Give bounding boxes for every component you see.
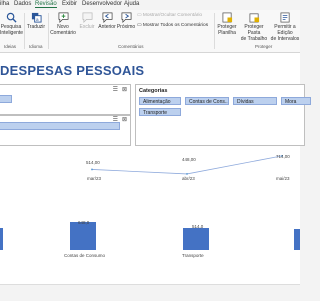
tab-exibir[interactable]: Exibir xyxy=(62,1,77,7)
line-data-label: 514,00 xyxy=(86,160,100,165)
proteger-pasta-button[interactable]: Proteger Pasta de Trabalho xyxy=(239,12,269,42)
proteger-planilha-button[interactable]: Proteger Planilha xyxy=(216,12,238,36)
next-comment-icon xyxy=(121,12,131,23)
mostrar-todos-comentarios-button[interactable]: ▭ Mostrar Todos os Comentários xyxy=(137,23,208,29)
bar-partial-left xyxy=(0,228,3,250)
bar-category-label: Transporte xyxy=(182,253,204,258)
tab-ajuda[interactable]: Ajuda xyxy=(124,1,139,7)
group-label-ideias: Ideias xyxy=(4,44,17,49)
slicer-item-contas[interactable]: Contas de Cons... xyxy=(185,97,229,105)
group-label-comentarios: Comentários xyxy=(118,44,144,49)
slicer-categorias: Categorias Alimentação Contas de Cons...… xyxy=(135,84,311,146)
excluir-button[interactable]: Excluir xyxy=(77,12,97,30)
clear-filter-icon[interactable]: ⊠ xyxy=(122,86,127,93)
bar-partial-right xyxy=(294,229,300,250)
bar-data-label: 514,0 xyxy=(192,224,204,229)
group-separator xyxy=(24,13,25,49)
bar-contas-consumo xyxy=(70,222,96,250)
line-data-label: 448,00 xyxy=(182,157,196,162)
allow-edit-ranges-icon xyxy=(280,12,290,23)
dashboard-title: DESPESAS PESSOAIS xyxy=(0,63,145,78)
x-tick-label: mai/23 xyxy=(276,176,290,181)
search-icon xyxy=(6,12,17,23)
line-chart xyxy=(91,154,283,175)
anterior-button[interactable]: Anterior xyxy=(97,12,117,30)
new-comment-icon xyxy=(58,12,68,23)
bar-category-label: Contas de Consumo xyxy=(64,253,106,258)
left-slicer-top: ☰ ⊠ xyxy=(0,84,131,115)
clear-filter-icon[interactable]: ⊠ xyxy=(122,116,127,123)
group-label-idioma: Idioma xyxy=(29,44,43,49)
line-point xyxy=(186,173,188,175)
slicer-item-moradia[interactable]: Mora xyxy=(281,97,311,105)
group-separator xyxy=(48,13,49,49)
status-bar xyxy=(0,284,300,301)
permitir-edicao-button[interactable]: Permitir a Edição de Intervalos xyxy=(270,12,300,42)
slicer-item[interactable] xyxy=(0,95,12,103)
ribbon-tab-bar: ilha Dados Revisão Exibir Desenvolvedor … xyxy=(0,0,300,10)
slicer-item[interactable] xyxy=(0,122,120,130)
bar-data-label: 648,0 xyxy=(78,220,90,225)
previous-comment-icon xyxy=(102,12,112,23)
translate-icon: a xyxy=(31,12,42,23)
slicer-title: Categorias xyxy=(139,88,168,94)
mostrar-ocultar-comentario-button[interactable]: ▭ Mostrar/Ocultar Comentário xyxy=(137,13,202,19)
tab-ilha[interactable]: ilha xyxy=(0,1,9,7)
multi-select-icon[interactable]: ☰ xyxy=(113,116,118,123)
line-data-label: 714,00 xyxy=(276,154,290,159)
comment-icon: ▭ xyxy=(137,13,142,18)
line-point xyxy=(91,168,93,171)
pesquisa-inteligente-button[interactable]: Pesquisa Inteligente xyxy=(0,12,23,36)
delete-comment-icon xyxy=(82,12,92,23)
proximo-button[interactable]: Próximo xyxy=(116,12,136,30)
traduzir-button[interactable]: a Traduzir xyxy=(26,12,46,30)
tab-dados[interactable]: Dados xyxy=(14,1,31,7)
multi-select-icon[interactable]: ☰ xyxy=(113,86,118,93)
x-tick-label: mar/23 xyxy=(87,176,102,181)
protect-workbook-icon xyxy=(249,13,259,23)
comments-icon: ▭ xyxy=(137,23,142,28)
left-slicer-bottom: ☰ ⊠ xyxy=(0,115,131,146)
bar-transporte xyxy=(183,227,209,250)
group-label-proteger: Proteger xyxy=(255,44,273,49)
tab-revisao[interactable]: Revisão xyxy=(35,1,57,8)
protect-sheet-icon xyxy=(222,12,232,23)
ribbon: Pesquisa Inteligente a Traduzir Novo Comen… xyxy=(0,10,300,53)
tab-desenvolvedor[interactable]: Desenvolvedor xyxy=(82,1,122,7)
x-tick-label: abr/23 xyxy=(182,176,195,181)
slicer-item-alimentacao[interactable]: Alimentação xyxy=(139,97,181,105)
slicer-item-dividas[interactable]: Dívidas xyxy=(233,97,277,105)
novo-comentario-button[interactable]: Novo Comentário xyxy=(50,12,76,36)
group-separator xyxy=(214,13,215,49)
slicer-item-transporte[interactable]: Transporte xyxy=(139,108,181,116)
